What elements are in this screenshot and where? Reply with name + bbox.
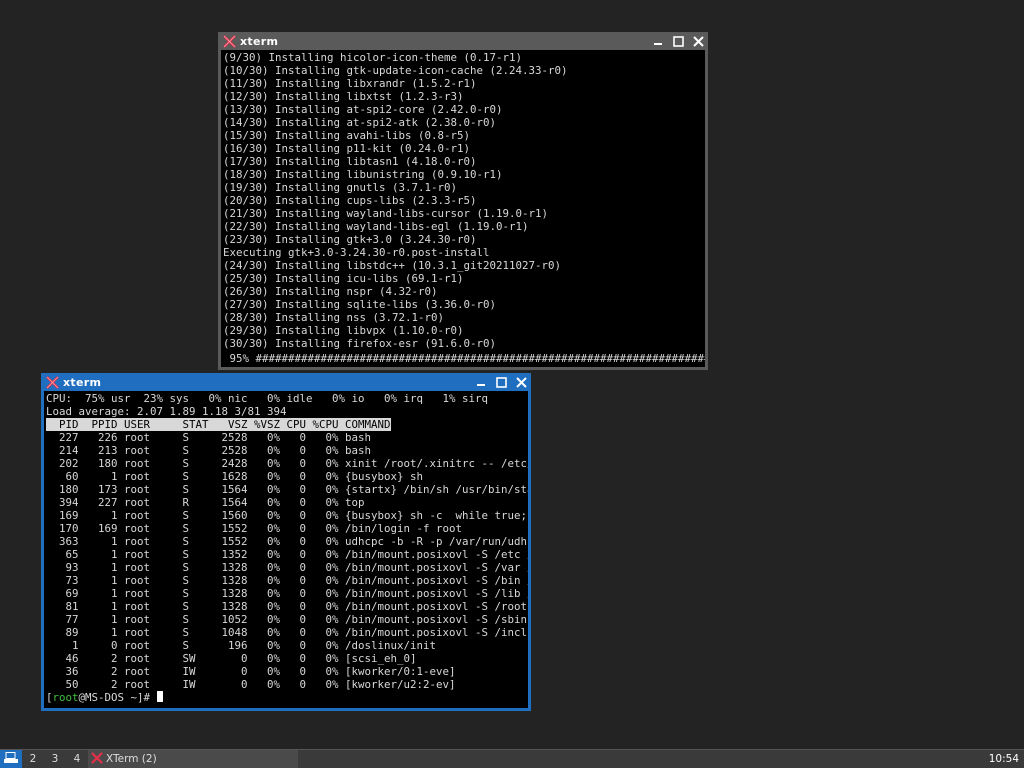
process-row: 202 180 root S 2428 0% 0 0% xinit /root/… xyxy=(46,457,528,470)
output-line: (25/30) Installing icu-libs (69.1-r1) xyxy=(223,272,464,285)
output-line: (15/30) Installing avahi-libs (0.8-r5) xyxy=(223,129,471,142)
process-row: 394 227 root R 1564 0% 0 0% top xyxy=(46,496,365,509)
terminal-output[interactable]: CPU: 75% usr 23% sys 0% nic 0% idle 0% i… xyxy=(44,391,528,708)
process-row: 46 2 root SW 0 0% 0 0% [scsi_eh_0] xyxy=(46,652,417,665)
titlebar[interactable]: xterm xyxy=(41,373,531,391)
workspace-4-button[interactable]: 4 xyxy=(66,750,88,768)
process-row: 50 2 root IW 0 0% 0 0% [kworker/u2:2-ev] xyxy=(46,678,456,691)
close-button[interactable] xyxy=(511,374,531,390)
process-row: 93 1 root S 1328 0% 0 0% /bin/mount.posi… xyxy=(46,561,529,574)
output-line: (17/30) Installing libtasn1 (4.18.0-r0) xyxy=(223,155,477,168)
process-row: 363 1 root S 1552 0% 0 0% udhcpc -b -R -… xyxy=(46,535,528,548)
output-line: (18/30) Installing libunistring (0.9.10-… xyxy=(223,168,503,181)
load-line: Load average: 2.07 1.89 1.18 3/81 394 xyxy=(46,405,287,418)
process-row: 180 173 root S 1564 0% 0 0% {startx} /bi… xyxy=(46,483,528,496)
output-line: (26/30) Installing nspr (4.32-r0) xyxy=(223,285,438,298)
output-line: (11/30) Installing libxrandr (1.5.2-r1) xyxy=(223,77,477,90)
task-label: XTerm (2) xyxy=(106,753,157,765)
process-table-header: PID PPID USER STAT VSZ %VSZ CPU %CPU COM… xyxy=(46,418,526,431)
workspace-3-button[interactable]: 3 xyxy=(44,750,66,768)
minimize-button[interactable] xyxy=(648,33,668,49)
xterm-icon xyxy=(222,34,236,48)
minimize-button[interactable] xyxy=(471,374,491,390)
output-line: Executing gtk+3.0-3.24.30-r0.post-instal… xyxy=(223,246,490,259)
workspace-pager-icon xyxy=(3,751,19,767)
output-line: (12/30) Installing libxtst (1.2.3-r3) xyxy=(223,90,464,103)
prompt-host: @MS-DOS ~]# xyxy=(78,691,157,704)
xterm-icon xyxy=(45,375,59,389)
process-row: 227 226 root S 2528 0% 0 0% bash xyxy=(46,431,372,444)
prompt-user: root xyxy=(52,691,79,704)
titlebar[interactable]: xterm xyxy=(218,32,708,50)
output-line: (13/30) Installing at-spi2-core (2.42.0-… xyxy=(223,103,503,116)
process-row: 1 0 root S 196 0% 0 0% /doslinux/init xyxy=(46,639,437,652)
process-row: 89 1 root S 1048 0% 0 0% /bin/mount.posi… xyxy=(46,626,529,639)
taskbar-task-xterm[interactable]: XTerm (2) xyxy=(88,750,298,768)
cursor xyxy=(156,691,163,702)
output-line: (24/30) Installing libstdc++ (10.3.1_git… xyxy=(223,259,562,272)
output-line: (21/30) Installing wayland-libs-cursor (… xyxy=(223,207,549,220)
xterm-window-top[interactable]: xterm (9/30) Installing hicolor-icon-the… xyxy=(218,32,708,370)
workspace-1-button[interactable] xyxy=(0,750,22,768)
output-line: (16/30) Installing p11-kit (0.24.0-r1) xyxy=(223,142,471,155)
process-row: 81 1 root S 1328 0% 0 0% /bin/mount.posi… xyxy=(46,600,528,613)
process-row: 170 169 root S 1552 0% 0 0% /bin/login -… xyxy=(46,522,463,535)
progress-text: 95% ####################################… xyxy=(223,352,706,365)
progress-line: 95% ####################################… xyxy=(223,350,706,365)
process-row: 169 1 root S 1560 0% 0 0% {busybox} sh -… xyxy=(46,509,528,522)
shell-prompt[interactable]: [root@MS-DOS ~]# xyxy=(46,691,526,704)
output-line: (30/30) Installing firefox-esr (91.6.0-r… xyxy=(223,337,497,350)
output-line: (29/30) Installing libvpx (1.10.0-r0) xyxy=(223,324,464,337)
process-row: 69 1 root S 1328 0% 0 0% /bin/mount.posi… xyxy=(46,587,529,600)
terminal-output[interactable]: (9/30) Installing hicolor-icon-theme (0.… xyxy=(221,50,705,367)
window-title: xterm xyxy=(240,34,279,48)
xterm-icon xyxy=(91,751,103,767)
process-row: 77 1 root S 1052 0% 0 0% /bin/mount.posi… xyxy=(46,613,528,626)
cpu-line: CPU: 75% usr 23% sys 0% nic 0% idle 0% i… xyxy=(46,392,489,405)
output-line: (22/30) Installing wayland-libs-egl (1.1… xyxy=(223,220,529,233)
taskbar: 2 3 4 XTerm (2) 10:54 xyxy=(0,749,1024,768)
header-text: PID PPID USER STAT VSZ %VSZ CPU %CPU COM… xyxy=(46,418,391,431)
output-line: (27/30) Installing sqlite-libs (3.36.0-r… xyxy=(223,298,497,311)
maximize-button[interactable] xyxy=(668,33,688,49)
output-line: (23/30) Installing gtk+3.0 (3.24.30-r0) xyxy=(223,233,477,246)
output-line: (14/30) Installing at-spi2-atk (2.38.0-r… xyxy=(223,116,497,129)
process-row: 214 213 root S 2528 0% 0 0% bash xyxy=(46,444,372,457)
process-row: 73 1 root S 1328 0% 0 0% /bin/mount.posi… xyxy=(46,574,529,587)
clock: 10:54 xyxy=(988,753,1019,765)
close-button[interactable] xyxy=(688,33,708,49)
output-line: (10/30) Installing gtk-update-icon-cache… xyxy=(223,64,568,77)
output-line: (9/30) Installing hicolor-icon-theme (0.… xyxy=(223,51,523,64)
process-row: 60 1 root S 1628 0% 0 0% {busybox} sh xyxy=(46,470,424,483)
window-title: xterm xyxy=(63,375,102,389)
output-line: (20/30) Installing cups-libs (2.3.3-r5) xyxy=(223,194,477,207)
process-row: 65 1 root S 1352 0% 0 0% /bin/mount.posi… xyxy=(46,548,529,561)
workspace-2-button[interactable]: 2 xyxy=(22,750,44,768)
output-line: (19/30) Installing gnutls (3.7.1-r0) xyxy=(223,181,458,194)
process-row: 36 2 root IW 0 0% 0 0% [kworker/0:1-eve] xyxy=(46,665,456,678)
maximize-button[interactable] xyxy=(491,374,511,390)
output-line: (28/30) Installing nss (3.72.1-r0) xyxy=(223,311,445,324)
xterm-window-bottom[interactable]: xterm CPU: 75% usr 23% sys 0% nic 0% idl… xyxy=(41,373,531,711)
